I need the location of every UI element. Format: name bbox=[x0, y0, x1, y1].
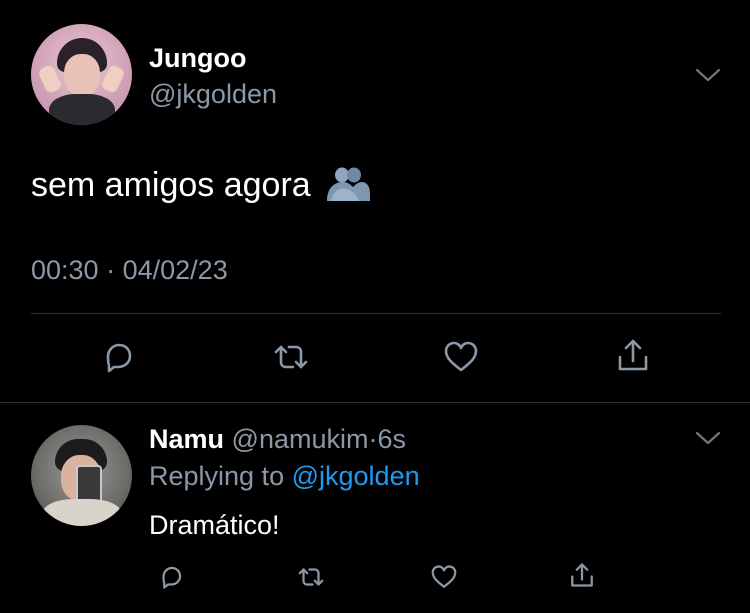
hugging-people-icon bbox=[326, 167, 370, 201]
replying-to-link[interactable]: @jkgolden bbox=[292, 461, 420, 491]
avatar-body bbox=[43, 499, 121, 526]
divider bbox=[0, 402, 750, 403]
author-avatar[interactable] bbox=[31, 24, 132, 125]
tweet-date: 04/02/23 bbox=[122, 255, 228, 285]
author-handle[interactable]: @jkgolden bbox=[149, 79, 277, 110]
reply-author-display-name[interactable]: Namu bbox=[149, 424, 224, 454]
share-icon[interactable] bbox=[567, 560, 597, 590]
like-icon[interactable] bbox=[429, 562, 459, 592]
replying-to-label: Replying to bbox=[149, 461, 285, 491]
divider bbox=[31, 313, 721, 314]
avatar-body bbox=[49, 94, 115, 125]
share-icon[interactable] bbox=[613, 335, 653, 375]
replying-to-line: Replying to @jkgolden bbox=[149, 461, 420, 492]
retweet-icon[interactable] bbox=[296, 562, 326, 592]
tweet-timestamp[interactable]: 00:30 · 04/02/23 bbox=[31, 255, 228, 286]
reply-icon[interactable] bbox=[98, 337, 138, 377]
chevron-down-icon[interactable] bbox=[695, 67, 721, 83]
reply-header: Namu @namukim·6s bbox=[149, 424, 406, 455]
tweet-time: 00:30 bbox=[31, 255, 99, 285]
reply-age[interactable]: 6s bbox=[377, 424, 406, 454]
meta-separator: · bbox=[106, 255, 116, 285]
author-display-name[interactable]: Jungoo bbox=[149, 43, 246, 74]
reply-icon[interactable] bbox=[156, 562, 186, 592]
like-icon[interactable] bbox=[441, 337, 481, 377]
avatar-face bbox=[64, 54, 100, 96]
tweet-text: sem amigos agora bbox=[31, 165, 311, 204]
reply-text: Dramático! bbox=[149, 510, 280, 540]
retweet-icon[interactable] bbox=[271, 337, 311, 377]
reply-author-avatar[interactable] bbox=[31, 425, 132, 526]
reply-author-handle[interactable]: @namukim bbox=[232, 424, 369, 454]
chevron-down-icon[interactable] bbox=[695, 430, 721, 446]
tweet-body: sem amigos agora bbox=[31, 165, 373, 205]
